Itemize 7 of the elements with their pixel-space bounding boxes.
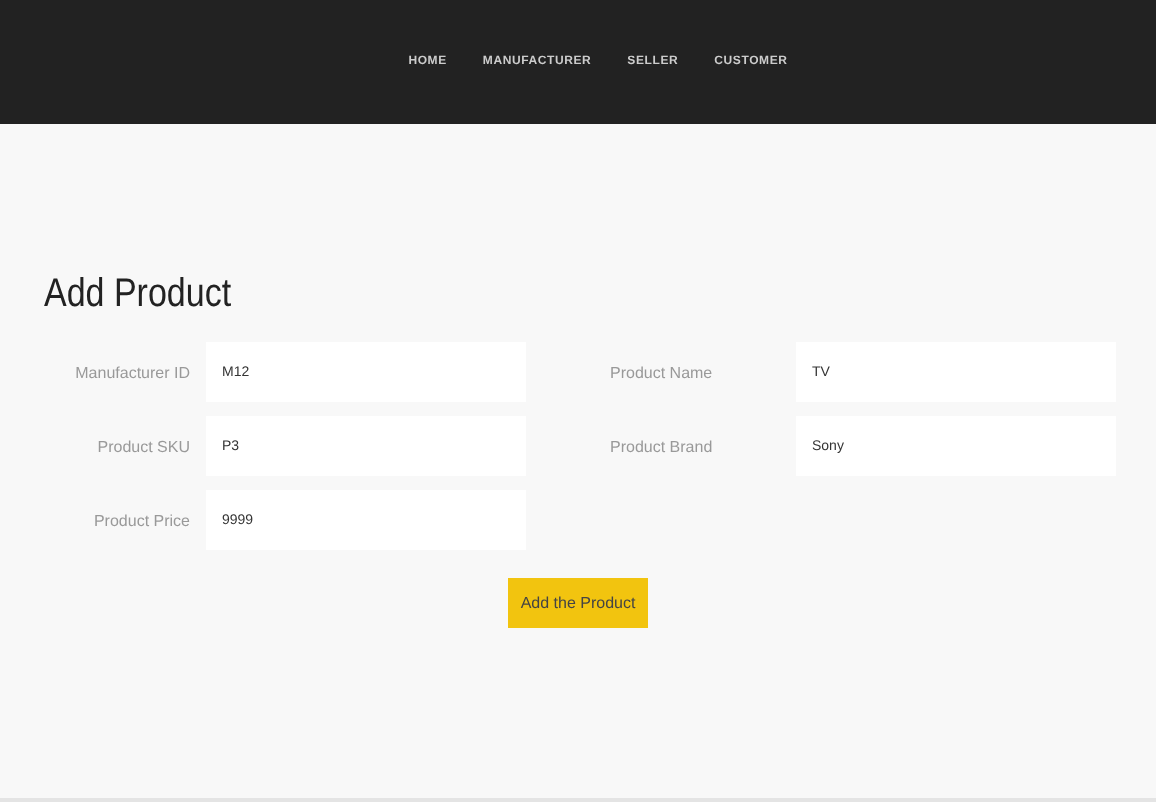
- page-title: Add Product: [44, 272, 234, 318]
- field-label: Product Price: [91, 511, 190, 529]
- field-label: Manufacturer ID: [73, 363, 190, 381]
- field-label: Product Name: [610, 363, 715, 381]
- field-label: Product Brand: [610, 437, 715, 455]
- field-label: Product SKU: [95, 437, 190, 455]
- submit-button[interactable]: Add the Product: [508, 578, 648, 628]
